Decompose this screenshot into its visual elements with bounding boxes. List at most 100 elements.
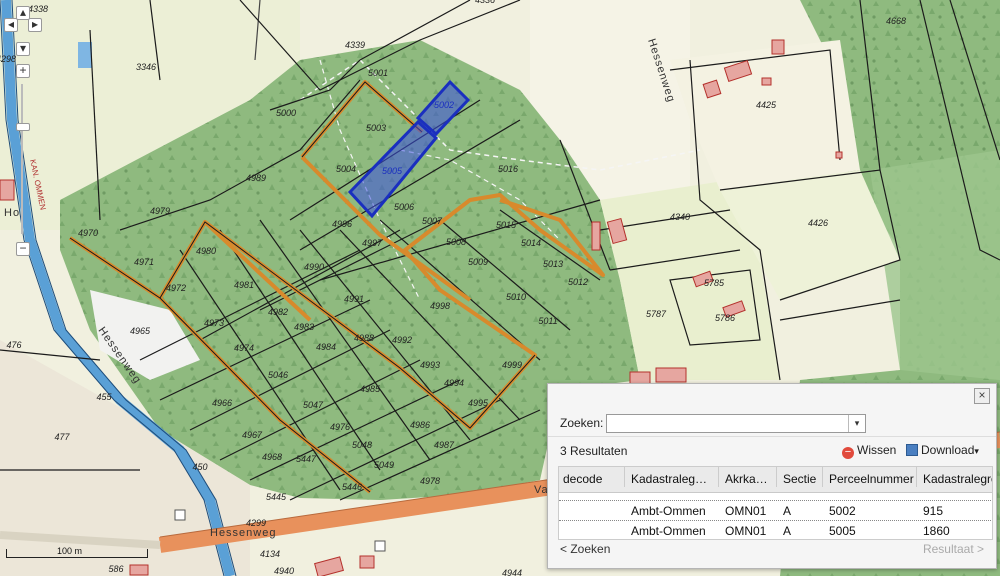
parcel-label-4336: 4336 <box>475 0 495 5</box>
parcel-label-5004: 5004 <box>336 164 356 174</box>
parcel-label-5005: 5005 <box>382 166 403 176</box>
parcel-label-4996: 4996 <box>332 219 352 229</box>
parcel-label-4974: 4974 <box>234 343 254 353</box>
parcel-label-4668: 4668 <box>886 16 906 26</box>
parcel-label-586: 586 <box>108 564 123 574</box>
parcel-label-477: 477 <box>54 432 70 442</box>
parcel-label-4425: 4425 <box>756 100 777 110</box>
parcel-label-5015: 5015 <box>496 220 517 230</box>
map-marker-icon <box>374 540 386 552</box>
download-label: Download <box>921 443 975 457</box>
next-result-link[interactable]: Resultaat > <box>923 542 984 556</box>
parcel-label-5007: 5007 <box>422 216 443 226</box>
zoom-slider-handle[interactable] <box>16 123 30 131</box>
map-marker-icon <box>174 509 186 521</box>
result-panel: × Zoeken: ▾ 3 Resultaten − Wissen Downloa… <box>547 383 997 569</box>
result-grid: decode Kadastraleg… Akrka… Sectie Percee… <box>558 466 993 540</box>
zoom-slider-track[interactable] <box>21 84 23 234</box>
parcel-label-5446: 5446 <box>342 482 362 492</box>
parcel-label-4340: 4340 <box>670 212 690 222</box>
table-row[interactable]: Ambt-Ommen OMN01 A 5005 1860 <box>559 520 992 539</box>
parcel-label-5003: 5003 <box>366 123 386 133</box>
pan-up-icon[interactable]: ▴ <box>16 6 30 20</box>
search-input[interactable]: ▾ <box>606 414 866 433</box>
column-header[interactable]: Akrka… <box>719 467 777 487</box>
parcel-label-5002: 5002 <box>434 100 454 110</box>
scale-label: 100 m <box>57 546 83 556</box>
column-header[interactable]: decode <box>559 467 625 487</box>
column-header[interactable]: Sectie <box>777 467 823 487</box>
cell: Ambt-Ommen <box>631 524 706 538</box>
result-toolbar: 3 Resultaten − Wissen Download▾ <box>548 436 996 463</box>
clear-label: Wissen <box>857 443 897 457</box>
parcel-label-4986: 4986 <box>410 420 430 430</box>
parcel-label-4983: 4983 <box>294 322 314 332</box>
parcel-label-4940: 4940 <box>274 566 294 576</box>
parcel-label-4978: 4978 <box>420 476 440 486</box>
column-header[interactable]: Kadastraleg… <box>625 467 719 487</box>
grid-header: decode Kadastraleg… Akrka… Sectie Percee… <box>559 467 992 493</box>
download-icon <box>906 444 918 456</box>
search-label: Zoeken: <box>560 416 604 430</box>
parcel-label-4988: 4988 <box>354 333 374 343</box>
parcel-label-4338: 4338 <box>28 4 48 14</box>
zoom-out-button[interactable]: − <box>16 242 30 256</box>
parcel-label-4993: 4993 <box>420 360 440 370</box>
parcel-label-5001: 5001 <box>368 68 388 78</box>
parcel-label-5047: 5047 <box>303 400 324 410</box>
parcel-label-5009: 5009 <box>468 257 488 267</box>
parcel-label-4944: 4944 <box>502 568 522 576</box>
parcel-label-5014: 5014 <box>521 238 541 248</box>
parcel-label-5010: 5010 <box>506 292 526 302</box>
parcel-label-4973: 4973 <box>204 318 224 328</box>
close-button[interactable]: × <box>974 388 990 404</box>
back-to-search-link[interactable]: < Zoeken <box>560 542 610 556</box>
chevron-down-icon[interactable]: ▾ <box>848 415 865 432</box>
table-row[interactable]: Ambt-Ommen OMN01 A 5002 915 <box>559 500 992 521</box>
parcel-label-4985: 4985 <box>360 384 381 394</box>
cell: 915 <box>923 504 944 518</box>
column-header[interactable]: Perceelnummer <box>823 467 917 487</box>
cell: OMN01 <box>725 504 767 518</box>
parcel-label-4134: 4134 <box>260 549 280 559</box>
parcel-label-5786: 5786 <box>715 313 735 323</box>
download-button[interactable]: Download▾ <box>906 443 979 457</box>
parcel-label-5006: 5006 <box>394 202 414 212</box>
parcel-label-455: 455 <box>96 392 112 402</box>
parcel-label-4984: 4984 <box>316 342 336 352</box>
pan-left-icon[interactable]: ◂ <box>4 18 18 32</box>
parcel-label-5000: 5000 <box>276 108 296 118</box>
road-label-hessenweg-1: Hessenweg <box>210 527 276 539</box>
parcel-label-4980: 4980 <box>196 246 216 256</box>
label-ho: Ho <box>4 207 20 219</box>
zoom-in-button[interactable]: + <box>16 64 30 78</box>
parcel-label-3346: 3346 <box>136 62 156 72</box>
parcel-label-4339: 4339 <box>345 40 365 50</box>
parcel-label-4999: 4999 <box>502 360 522 370</box>
cell: 1860 <box>923 524 950 538</box>
parcel-label-4982: 4982 <box>268 307 288 317</box>
parcel-label-5012: 5012 <box>568 277 588 287</box>
parcel-label-4298: 4298 <box>0 54 16 64</box>
parcel-label-4992: 4992 <box>392 335 412 345</box>
parcel-label-5787: 5787 <box>646 309 667 319</box>
pan-down-icon[interactable]: ▾ <box>16 42 30 56</box>
parcel-label-5013: 5013 <box>543 259 563 269</box>
parcel-label-5447: 5447 <box>296 454 317 464</box>
parcel-label-4990: 4990 <box>304 262 324 272</box>
parcel-label-476: 476 <box>6 340 21 350</box>
parcel-label-4966: 4966 <box>212 398 232 408</box>
column-header[interactable]: Kadastralegro <box>917 467 992 487</box>
parcel-label-4997: 4997 <box>362 238 383 248</box>
parcel-label-4995: 4995 <box>468 398 489 408</box>
cell: 5002 <box>829 504 856 518</box>
parcel-label-5011: 5011 <box>538 316 557 326</box>
download-caret-icon: ▾ <box>974 446 979 456</box>
parcel-label-5785: 5785 <box>704 278 725 288</box>
cell: OMN01 <box>725 524 767 538</box>
clear-button[interactable]: − Wissen <box>842 443 896 459</box>
result-count: 3 Resultaten <box>560 444 628 458</box>
parcel-label-5046: 5046 <box>268 370 288 380</box>
pan-right-icon[interactable]: ▸ <box>28 18 42 32</box>
parcel-label-4426: 4426 <box>808 218 828 228</box>
